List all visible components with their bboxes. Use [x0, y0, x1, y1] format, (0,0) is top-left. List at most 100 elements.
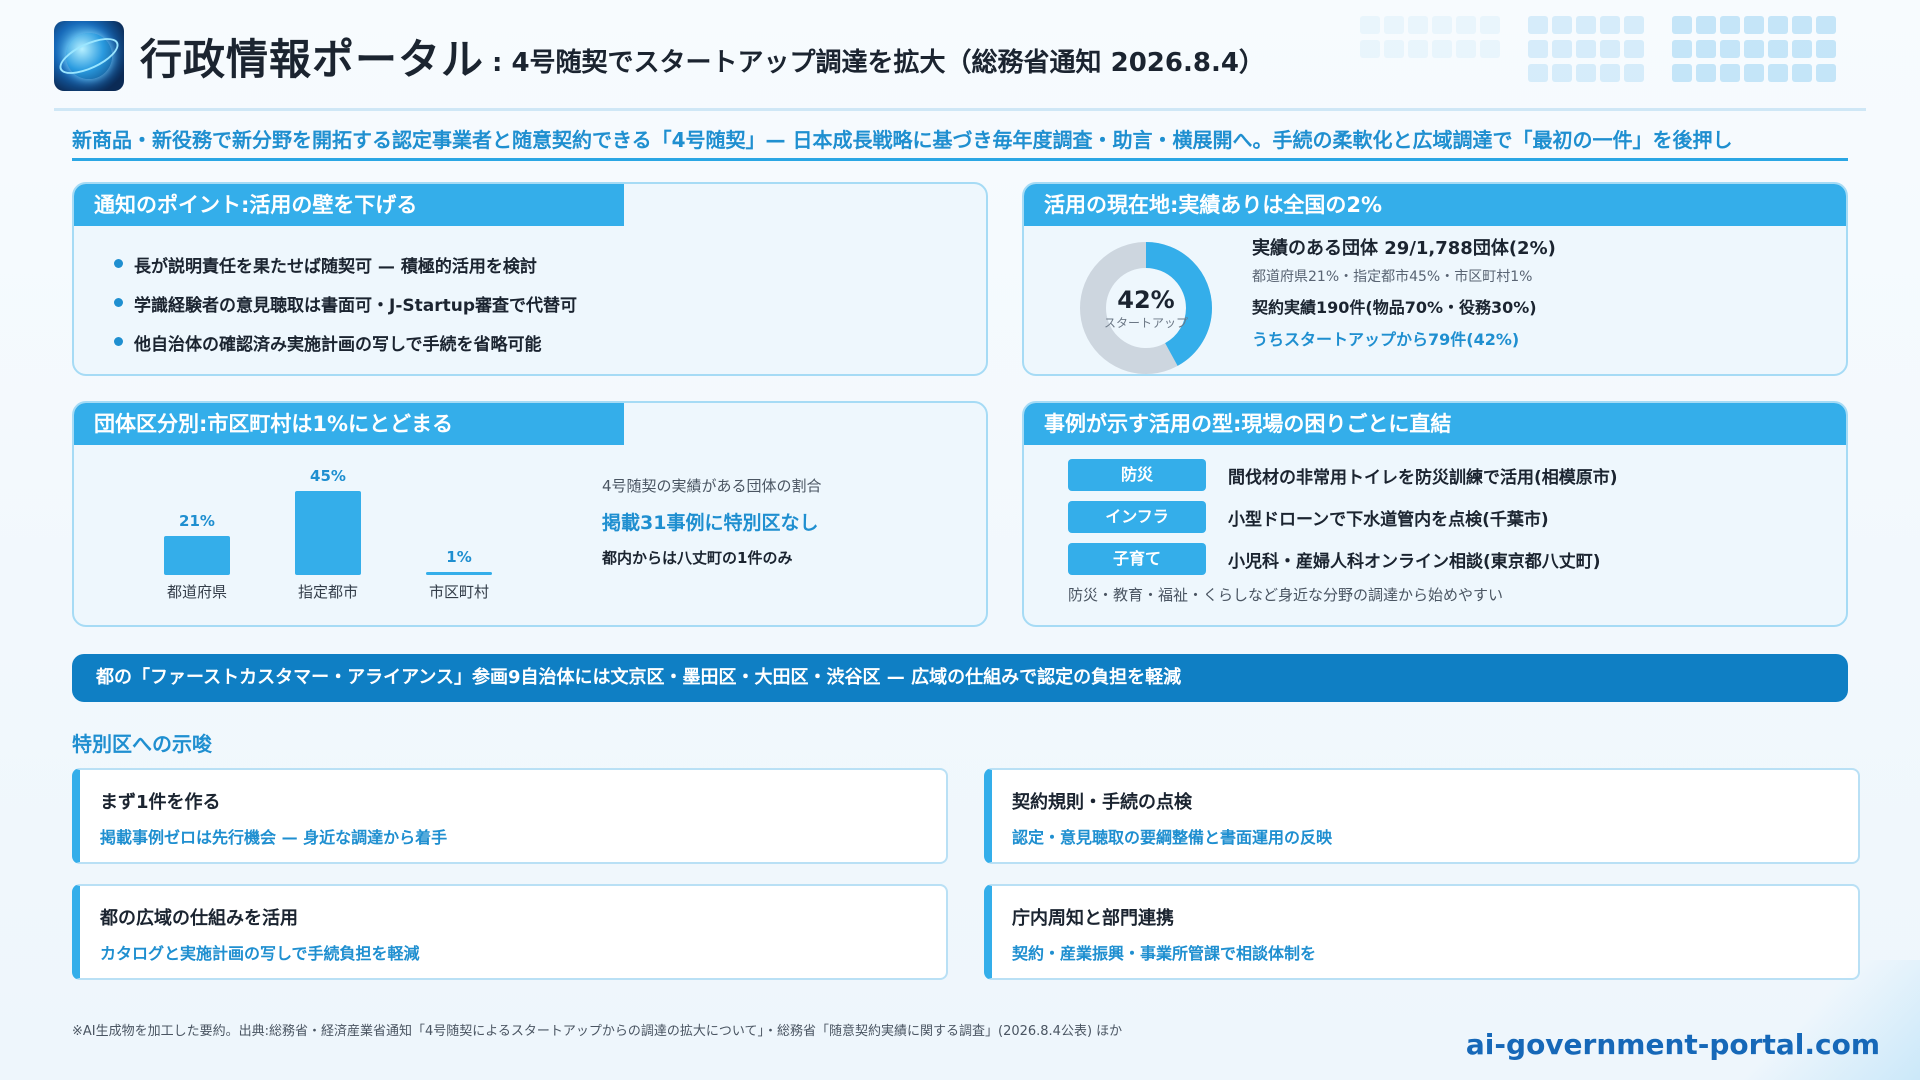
cases-list: 防災 間伐材の非常用トイレを防災訓練で活用(相模原市) インフラ 小型ドローンで…	[1068, 459, 1618, 585]
decor-tile	[1456, 16, 1476, 34]
decor-tile	[1792, 64, 1812, 82]
startup-share-donut: 42% スタートアップ	[1080, 242, 1212, 374]
donut-caption: スタートアップ	[1103, 315, 1188, 330]
bar-category-label: 指定都市	[297, 583, 358, 601]
decor-tile	[1480, 16, 1500, 34]
decor-tile	[1792, 40, 1812, 58]
case-row: 防災 間伐材の非常用トイレを防災訓練で活用(相模原市)	[1068, 459, 1618, 491]
decor-tile	[1408, 16, 1428, 34]
decor-tile	[1624, 40, 1644, 58]
decor-tile	[1552, 64, 1572, 82]
decor-tile	[1672, 16, 1692, 34]
decor-tile	[1384, 40, 1404, 58]
decor-tile	[1696, 40, 1716, 58]
status-main: 実績のある団体 29/1,788団体(2%)	[1252, 238, 1556, 259]
bar-1	[295, 491, 361, 575]
header-divider	[54, 108, 1866, 111]
status-breakdown: 都道府県21%・指定都市45%・市区町村1%	[1252, 269, 1533, 285]
page-header: 行政情報ポータル : 4号随契でスタートアップ調達を拡大（総務省通知 2026.…	[54, 20, 1265, 92]
globe-logo-icon	[54, 21, 124, 91]
case-tag: インフラ	[1068, 501, 1206, 533]
point-item: 学識経験者の意見聴取は書面可・J-Startup審査で代替可	[114, 291, 986, 316]
decor-tile	[1744, 16, 1764, 34]
decor-tile	[1768, 64, 1788, 82]
case-row: インフラ 小型ドローンで下水道管内を点検(千葉市)	[1068, 501, 1618, 533]
status-stats: 実績のある団体 29/1,788団体(2%) 都道府県21%・指定都市45%・市…	[1252, 234, 1556, 350]
source-footnote: ※AI生成物を加工した要約。出典:総務省・経済産業省通知「4号随契によるスタート…	[72, 1024, 1123, 1039]
decor-tile	[1360, 16, 1380, 34]
lead-text: 新商品・新役務で新分野を開拓する認定事業者と随意契約できる「4号随契」— 日本成…	[72, 128, 1733, 152]
point-item: 他自治体の確認済み実施計画の写しで手続を省略可能	[114, 330, 986, 355]
implication-desc: 契約・産業振興・事業所管課で相談体制を	[1012, 944, 1317, 963]
points-panel: 通知のポイント:活用の壁を下げる 長が説明責任を果たせば随契可 — 積極的活用を…	[72, 182, 988, 376]
decor-tile	[1600, 16, 1620, 34]
bytype-panel: 団体区分別:市区町村は1%にとどまる 21% 都道府県 45% 指定都市 1% 市区町村 …	[72, 401, 988, 627]
decor-tile	[1696, 16, 1716, 34]
decor-tile	[1816, 64, 1836, 82]
decor-tile	[1528, 40, 1548, 58]
case-row: 子育て 小児科・産婦人科オンライン相談(東京都八丈町)	[1068, 543, 1618, 575]
donut-percent: 42%	[1117, 285, 1175, 314]
decor-tile	[1456, 40, 1476, 58]
site-url[interactable]: ai-government-portal.com	[1466, 1028, 1880, 1061]
decor-tile	[1720, 40, 1740, 58]
points-heading: 通知のポイント:活用の壁を下げる	[74, 184, 624, 226]
decor-tile	[1408, 40, 1428, 58]
bytype-notes: 4号随契の実績がある団体の割合 掲載31事例に特別区なし 都内からは八丈町の1件…	[602, 475, 822, 568]
decor-tile	[1720, 64, 1740, 82]
decor-tile	[1600, 64, 1620, 82]
bytype-heading: 団体区分別:市区町村は1%にとどまる	[74, 403, 624, 445]
decor-tile	[1576, 64, 1596, 82]
decor-tile	[1528, 64, 1548, 82]
points-list: 長が説明責任を果たせば随契可 — 積極的活用を検討 学識経験者の意見聴取は書面可…	[74, 226, 986, 355]
cases-panel: 事例が示す活用の型:現場の困りごとに直結 防災 間伐材の非常用トイレを防災訓練で…	[1022, 401, 1848, 627]
bytype-note-caption: 4号随契の実績がある団体の割合	[602, 477, 822, 495]
implication-title: 庁内周知と部門連携	[1012, 908, 1174, 929]
bytype-note-detail: 都内からは八丈町の1件のみ	[602, 549, 793, 567]
decor-tile	[1744, 40, 1764, 58]
bar-category-label: 都道府県	[166, 583, 227, 601]
implication-desc: カタログと実施計画の写しで手続負担を軽減	[100, 944, 420, 963]
decor-tile	[1816, 40, 1836, 58]
decor-tile	[1432, 40, 1452, 58]
decor-tile	[1576, 40, 1596, 58]
decor-tile	[1600, 40, 1620, 58]
decor-tile	[1552, 16, 1572, 34]
decorative-tiles	[1360, 16, 1860, 88]
corner-decoration	[1740, 960, 1920, 1080]
decor-tile	[1576, 16, 1596, 34]
decor-tile	[1768, 16, 1788, 34]
implication-card: まず1件を作る 掲載事例ゼロは先行機会 — 身近な調達から着手	[72, 768, 948, 864]
implication-desc: 掲載事例ゼロは先行機会 — 身近な調達から着手	[100, 828, 448, 847]
bytype-bar-chart: 21% 都道府県 45% 指定都市 1% 市区町村	[134, 463, 534, 613]
case-tag: 子育て	[1068, 543, 1206, 575]
decor-tile	[1816, 16, 1836, 34]
case-text: 間伐材の非常用トイレを防災訓練で活用(相模原市)	[1228, 467, 1618, 488]
decor-tile	[1360, 40, 1380, 58]
alliance-banner: 都の「ファーストカスタマー・アライアンス」参画9自治体には文京区・墨田区・大田区…	[72, 654, 1848, 702]
lead-divider	[72, 158, 1848, 161]
status-startups: うちスタートアップから79件(42%)	[1252, 330, 1520, 349]
cases-note: 防災・教育・福祉・くらしなど身近な分野の調達から始めやすい	[1068, 586, 1504, 604]
cases-heading: 事例が示す活用の型:現場の困りごとに直結	[1024, 403, 1846, 445]
case-text: 小児科・産婦人科オンライン相談(東京都八丈町)	[1228, 551, 1601, 572]
bar-value-label: 45%	[310, 467, 346, 485]
decor-tile	[1480, 40, 1500, 58]
decor-tile	[1744, 64, 1764, 82]
page-subtitle: : 4号随契でスタートアップ調達を拡大（総務省通知 2026.8.4）	[492, 47, 1265, 78]
status-panel: 活用の現在地:実績ありは全国の2% 42% スタートアップ 実績のある団体 29…	[1022, 182, 1848, 376]
decor-tile	[1552, 40, 1572, 58]
implication-desc: 認定・意見聴取の要綱整備と書面運用の反映	[1012, 828, 1333, 847]
decor-tile	[1528, 16, 1548, 34]
implication-card: 庁内周知と部門連携 契約・産業振興・事業所管課で相談体制を	[984, 884, 1860, 980]
implication-title: まず1件を作る	[100, 792, 221, 813]
bytype-note-highlight: 掲載31事例に特別区なし	[602, 512, 819, 534]
decor-tile	[1696, 64, 1716, 82]
decor-tile	[1672, 40, 1692, 58]
bar-0	[164, 535, 230, 575]
implication-title: 契約規則・手続の点検	[1012, 792, 1192, 813]
decor-tile	[1792, 16, 1812, 34]
bar-value-label: 21%	[179, 511, 215, 530]
implication-title: 都の広域の仕組みを活用	[100, 908, 298, 929]
decor-tile	[1720, 16, 1740, 34]
